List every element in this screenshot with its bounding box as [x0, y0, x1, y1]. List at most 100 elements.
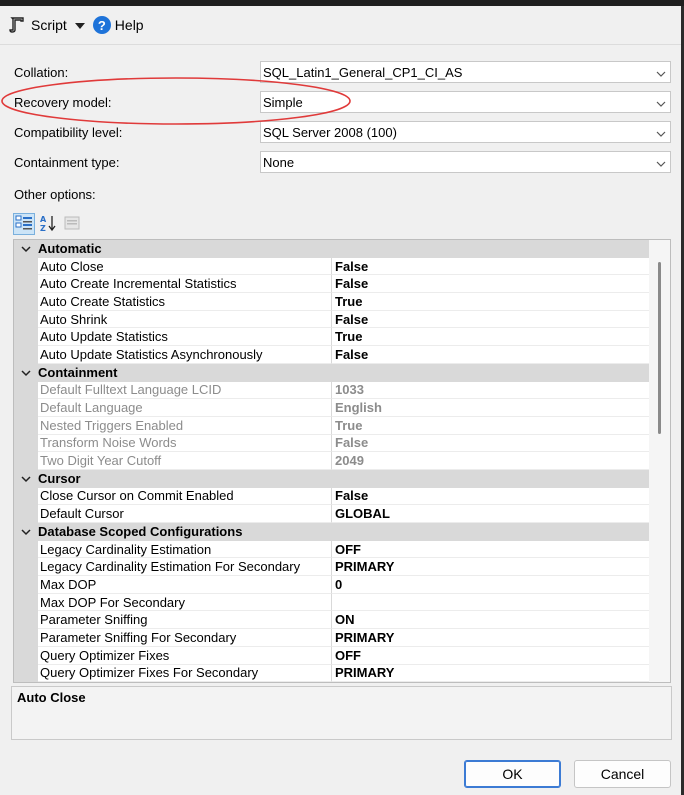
category-name: Database Scoped Configurations	[38, 524, 243, 540]
property-name: Auto Shrink	[38, 310, 332, 329]
cancel-button[interactable]: Cancel	[574, 760, 671, 788]
row-gutter	[14, 452, 38, 470]
property-name: Auto Create Incremental Statistics	[38, 275, 332, 294]
property-value[interactable]: ON	[332, 611, 650, 630]
chevron-down-icon[interactable]	[14, 245, 38, 253]
category-row[interactable]: Containment	[14, 363, 650, 382]
property-value[interactable]: 0	[332, 576, 650, 594]
property-row[interactable]: Two Digit Year Cutoff 2049	[14, 452, 650, 470]
property-row[interactable]: Auto Shrink False	[14, 310, 650, 329]
property-row[interactable]: Auto Create Statistics True	[14, 293, 650, 311]
property-row[interactable]: Legacy Cardinality Estimation OFF	[14, 540, 650, 559]
script-dropdown-arrow[interactable]	[74, 18, 85, 33]
property-row[interactable]: Transform Noise Words False	[14, 434, 650, 453]
row-gutter	[14, 328, 38, 347]
row-gutter	[14, 346, 38, 364]
property-row[interactable]: Auto Close False	[14, 257, 650, 276]
property-row[interactable]: Auto Create Incremental Statistics False	[14, 275, 650, 294]
property-value[interactable]: PRIMARY	[332, 558, 650, 577]
property-name: Max DOP For Secondary	[38, 593, 332, 612]
row-gutter	[14, 576, 38, 594]
row-gutter	[14, 664, 38, 682]
containment-type-row: Containment type: None	[14, 151, 671, 173]
categorized-view-button[interactable]	[13, 213, 35, 235]
property-value[interactable]: False	[332, 275, 650, 294]
property-row[interactable]: Default Language English	[14, 399, 650, 417]
chevron-down-icon[interactable]	[14, 369, 38, 377]
compatibility-level-label: Compatibility level:	[14, 124, 123, 140]
property-value[interactable]: False	[332, 311, 650, 329]
row-gutter	[14, 275, 38, 294]
property-value[interactable]: True	[332, 328, 650, 347]
property-row[interactable]: Default Cursor GLOBAL	[14, 505, 650, 523]
row-gutter	[14, 416, 38, 435]
property-row[interactable]: Default Fulltext Language LCID 1033	[14, 381, 650, 400]
property-pages-button[interactable]	[61, 213, 83, 235]
property-name: Auto Create Statistics	[38, 293, 332, 311]
property-row[interactable]: Auto Update Statistics Asynchronously Fal…	[14, 346, 650, 364]
script-button[interactable]: Script	[8, 16, 67, 34]
row-gutter	[14, 593, 38, 612]
row-gutter	[14, 558, 38, 577]
property-description-title: Auto Close	[17, 690, 86, 705]
property-name: Legacy Cardinality Estimation	[38, 540, 332, 559]
property-row[interactable]: Nested Triggers Enabled True	[14, 416, 650, 435]
property-row[interactable]: Close Cursor on Commit Enabled False	[14, 487, 650, 506]
category-name: Automatic	[38, 241, 102, 257]
property-value[interactable]: False	[332, 346, 650, 364]
property-row[interactable]: Max DOP 0	[14, 576, 650, 594]
property-value[interactable]: False	[332, 435, 650, 453]
property-name: Transform Noise Words	[38, 434, 332, 453]
property-value[interactable]: True	[332, 293, 650, 311]
chevron-down-icon[interactable]	[14, 475, 38, 483]
property-row[interactable]: Max DOP For Secondary	[14, 593, 650, 612]
chevron-down-icon	[656, 67, 666, 82]
row-gutter	[14, 399, 38, 417]
help-button[interactable]: ? Help	[92, 16, 144, 34]
chevron-down-icon[interactable]	[14, 528, 38, 536]
containment-type-value: None	[263, 154, 295, 170]
property-value[interactable]: True	[332, 417, 650, 435]
sort-alphabetical-icon: A Z	[39, 214, 57, 235]
row-gutter	[14, 381, 38, 400]
property-value[interactable]: OFF	[332, 647, 650, 665]
property-value[interactable]: OFF	[332, 541, 650, 559]
property-value[interactable]	[332, 594, 650, 612]
property-value[interactable]: 1033	[332, 382, 650, 400]
compatibility-level-value: SQL Server 2008 (100)	[263, 124, 397, 140]
property-row[interactable]: Legacy Cardinality Estimation For Second…	[14, 558, 650, 577]
property-value[interactable]: PRIMARY	[332, 629, 650, 647]
property-row[interactable]: Auto Update Statistics True	[14, 328, 650, 347]
category-row[interactable]: Cursor	[14, 469, 650, 488]
row-gutter	[14, 540, 38, 559]
category-row[interactable]: Automatic	[14, 240, 650, 258]
property-row[interactable]: Parameter Sniffing ON	[14, 611, 650, 630]
property-row[interactable]: Parameter Sniffing For Secondary PRIMARY	[14, 629, 650, 647]
property-name: Close Cursor on Commit Enabled	[38, 487, 332, 506]
scrollbar-thumb[interactable]	[658, 262, 661, 434]
property-value[interactable]: GLOBAL	[332, 505, 650, 523]
categorized-icon	[15, 214, 33, 235]
property-value[interactable]: English	[332, 399, 650, 417]
property-name: Parameter Sniffing For Secondary	[38, 629, 332, 647]
property-value[interactable]: False	[332, 488, 650, 506]
property-row[interactable]: Query Optimizer Fixes For Secondary PRIMA…	[14, 664, 650, 682]
property-name: Query Optimizer Fixes For Secondary	[38, 664, 332, 682]
property-value[interactable]: False	[332, 258, 650, 276]
category-name: Containment	[38, 365, 118, 381]
toolbar-divider	[0, 44, 681, 45]
svg-text:A: A	[40, 215, 47, 224]
containment-type-combobox[interactable]: None	[260, 151, 671, 173]
ok-button[interactable]: OK	[464, 760, 561, 788]
property-grid-scrollbar[interactable]	[649, 240, 670, 682]
alphabetical-view-button[interactable]: A Z	[37, 213, 59, 235]
row-gutter	[14, 257, 38, 276]
category-row[interactable]: Database Scoped Configurations	[14, 523, 650, 541]
property-value[interactable]: 2049	[332, 452, 650, 470]
property-row[interactable]: Query Optimizer Fixes OFF	[14, 646, 650, 665]
row-gutter	[14, 646, 38, 665]
property-value[interactable]: PRIMARY	[332, 665, 650, 682]
property-name: Auto Update Statistics	[38, 328, 332, 347]
property-name: Nested Triggers Enabled	[38, 416, 332, 435]
property-name: Legacy Cardinality Estimation For Second…	[38, 558, 332, 577]
